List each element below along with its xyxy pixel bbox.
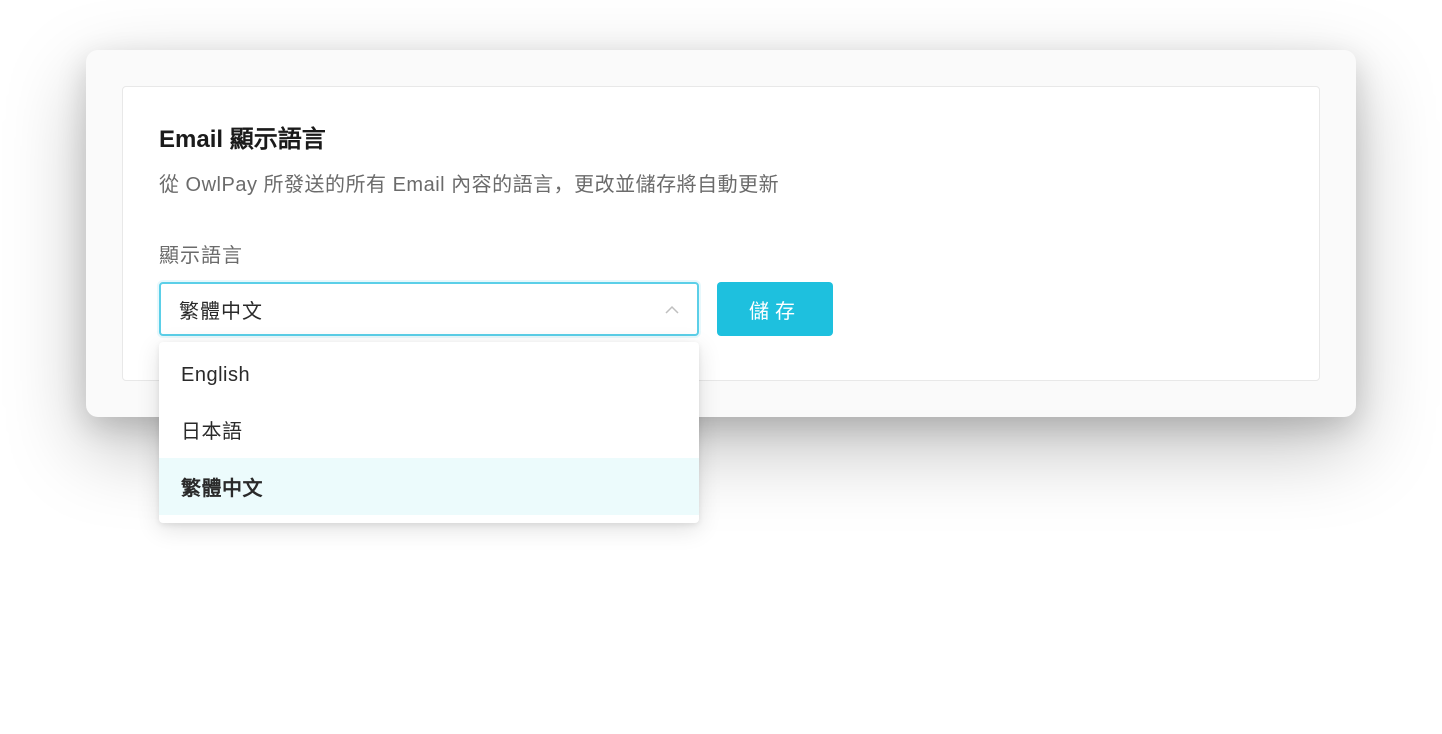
card-title: Email 顯示語言 xyxy=(159,119,1283,154)
chevron-up-icon xyxy=(665,302,679,316)
card-description: 從 OwlPay 所發送的所有 Email 內容的語言，更改並儲存將自動更新 xyxy=(159,168,1283,197)
language-option-japanese[interactable]: 日本語 xyxy=(159,401,699,458)
save-button[interactable]: 儲存 xyxy=(717,282,833,336)
language-option-traditional-chinese[interactable]: 繁體中文 xyxy=(159,458,699,515)
select-value: 繁體中文 xyxy=(179,295,263,324)
field-label: 顯示語言 xyxy=(159,239,1283,268)
language-select[interactable]: 繁體中文 xyxy=(159,282,699,336)
settings-panel: Email 顯示語言 從 OwlPay 所發送的所有 Email 內容的語言，更… xyxy=(86,50,1356,417)
language-dropdown: English 日本語 繁體中文 xyxy=(159,342,699,523)
controls-row: 繁體中文 English 日本語 繁體中文 儲存 xyxy=(159,282,1283,336)
language-option-english[interactable]: English xyxy=(159,350,699,401)
select-wrap: 繁體中文 English 日本語 繁體中文 xyxy=(159,282,699,336)
email-language-card: Email 顯示語言 從 OwlPay 所發送的所有 Email 內容的語言，更… xyxy=(122,86,1320,381)
